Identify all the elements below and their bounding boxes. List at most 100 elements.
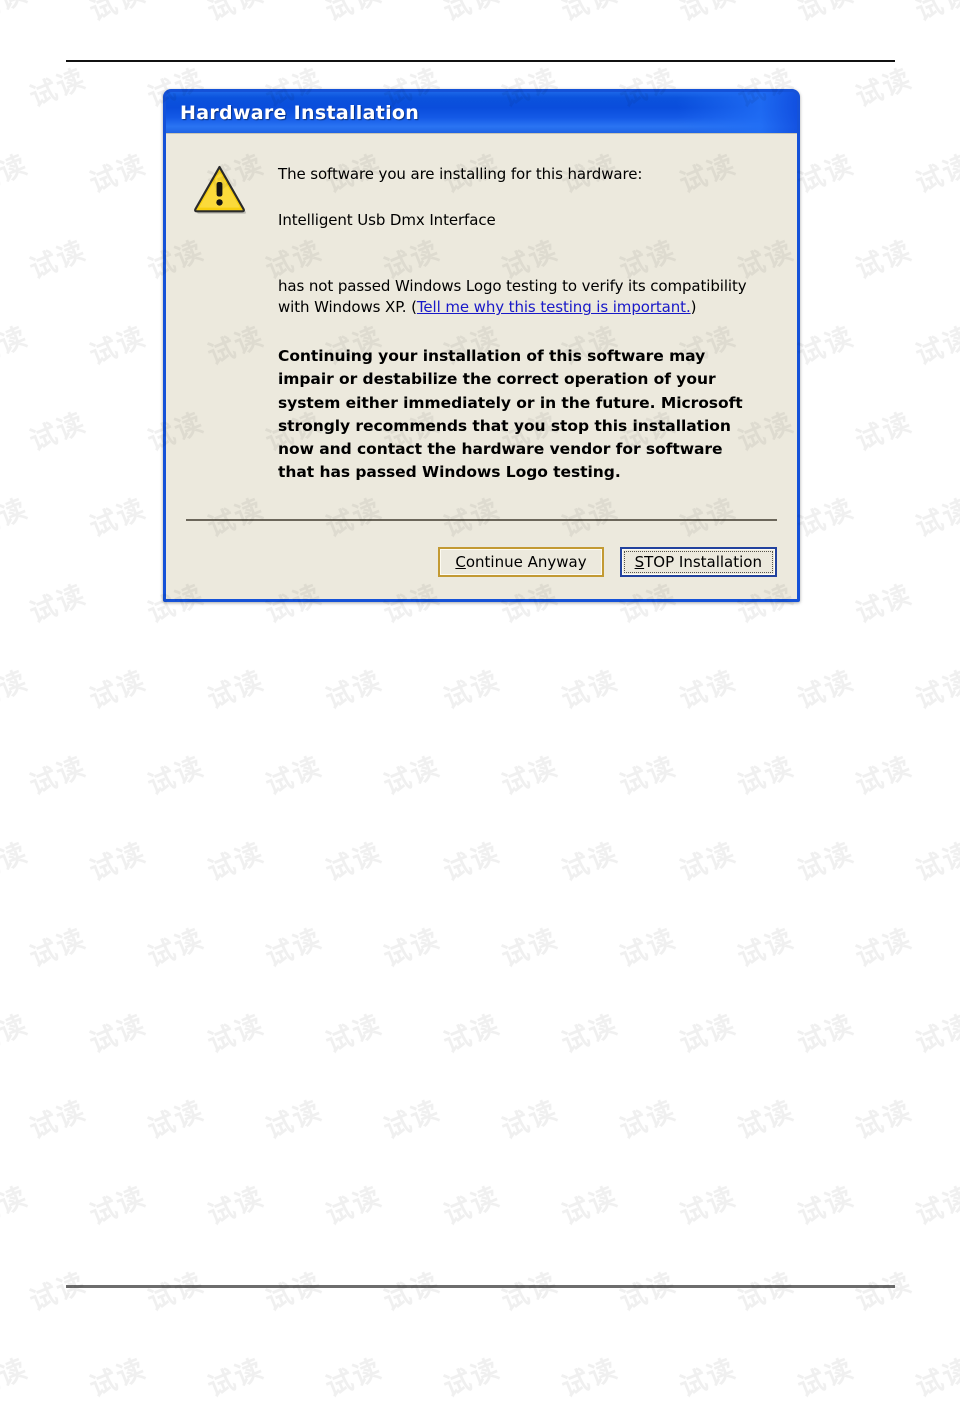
watermark-text: 试读	[439, 1181, 505, 1232]
stop-installation-label: STOP Installation	[635, 553, 762, 571]
message-intro: The software you are installing for this…	[278, 165, 643, 183]
watermark-text: 试读	[557, 1181, 623, 1232]
watermark-text: 试读	[733, 1267, 799, 1318]
watermark-text: 试读	[793, 1181, 859, 1232]
watermark-text: 试读	[0, 1009, 33, 1060]
stop-accelerator: S	[634, 553, 645, 571]
watermark-text: 试读	[557, 0, 623, 28]
watermark-text: 试读	[911, 837, 960, 888]
watermark-text: 试读	[85, 1009, 151, 1060]
dialog-content: The software you are installing for this…	[166, 134, 797, 485]
watermark-text: 试读	[497, 1267, 563, 1318]
watermark-text: 试读	[85, 1181, 151, 1232]
watermark-text: 试读	[851, 63, 917, 114]
watermark-text: 试读	[25, 235, 91, 286]
watermark-text: 试读	[261, 1095, 327, 1146]
continue-accelerator: C	[455, 553, 466, 571]
watermark-text: 试读	[25, 579, 91, 630]
watermark-text: 试读	[0, 149, 33, 200]
watermark-text: 试读	[793, 0, 859, 28]
watermark-text: 试读	[911, 1009, 960, 1060]
continue-anyway-button[interactable]: Continue Anyway	[438, 547, 604, 577]
compat-text-after-link: )	[690, 298, 697, 317]
watermark-text: 试读	[439, 837, 505, 888]
watermark-text: 试读	[379, 751, 445, 802]
warning-paragraph: Continuing your installation of this sof…	[278, 347, 743, 482]
watermark-text: 试读	[261, 923, 327, 974]
watermark-text: 试读	[851, 407, 917, 458]
watermark-text: 试读	[321, 1009, 387, 1060]
watermark-text: 试读	[379, 923, 445, 974]
dialog-titlebar[interactable]: Hardware Installation	[166, 92, 797, 133]
watermark-text: 试读	[851, 579, 917, 630]
watermark-text: 试读	[733, 751, 799, 802]
stop-rest: TOP Installation	[644, 553, 762, 571]
tell-me-why-link[interactable]: Tell me why this testing is important.	[417, 298, 691, 316]
watermark-text: 试读	[557, 1009, 623, 1060]
dialog-message-column: The software you are installing for this…	[278, 162, 775, 485]
watermark-text: 试读	[321, 1181, 387, 1232]
watermark-text: 试读	[557, 837, 623, 888]
watermark-text: 试读	[675, 0, 741, 28]
watermark-text: 试读	[497, 1095, 563, 1146]
watermark-text: 试读	[851, 1095, 917, 1146]
watermark-text: 试读	[439, 1009, 505, 1060]
watermark-text: 试读	[203, 1353, 269, 1404]
watermark-text: 试读	[25, 1267, 91, 1318]
continue-anyway-label: Continue Anyway	[455, 553, 586, 571]
page-rule-top	[66, 60, 895, 62]
watermark-text: 试读	[793, 493, 859, 544]
watermark-text: 试读	[911, 493, 960, 544]
dialog-button-row: Continue Anyway STOP Installation	[438, 547, 777, 577]
continue-rest: ontinue Anyway	[465, 553, 587, 571]
watermark-text: 试读	[321, 0, 387, 28]
watermark-text: 试读	[497, 923, 563, 974]
watermark-text: 试读	[615, 1267, 681, 1318]
compatibility-paragraph: has not passed Windows Logo testing to v…	[278, 276, 748, 320]
watermark-text: 试读	[557, 665, 623, 716]
watermark-text: 试读	[379, 1267, 445, 1318]
watermark-text: 试读	[733, 1095, 799, 1146]
watermark-text: 试读	[675, 1181, 741, 1232]
watermark-text: 试读	[25, 923, 91, 974]
watermark-text: 试读	[143, 1095, 209, 1146]
watermark-text: 试读	[85, 149, 151, 200]
watermark-text: 试读	[143, 751, 209, 802]
watermark-text: 试读	[557, 1353, 623, 1404]
watermark-text: 试读	[0, 837, 33, 888]
watermark-text: 试读	[851, 235, 917, 286]
dialog-body: The software you are installing for this…	[166, 133, 797, 599]
watermark-text: 试读	[911, 1181, 960, 1232]
watermark-text: 试读	[261, 751, 327, 802]
footer-separator	[186, 519, 777, 521]
watermark-text: 试读	[0, 1181, 33, 1232]
watermark-text: 试读	[439, 665, 505, 716]
watermark-text: 试读	[911, 0, 960, 28]
watermark-text: 试读	[793, 321, 859, 372]
watermark-text: 试读	[85, 321, 151, 372]
watermark-text: 试读	[851, 1267, 917, 1318]
watermark-text: 试读	[793, 837, 859, 888]
watermark-text: 试读	[675, 1353, 741, 1404]
watermark-text: 试读	[0, 1353, 33, 1404]
stop-installation-button[interactable]: STOP Installation	[619, 547, 777, 577]
watermark-text: 试读	[85, 0, 151, 28]
page-rule-bottom	[66, 1285, 895, 1288]
watermark-text: 试读	[911, 1353, 960, 1404]
watermark-text: 试读	[733, 923, 799, 974]
watermark-text: 试读	[85, 1353, 151, 1404]
watermark-text: 试读	[85, 493, 151, 544]
watermark-text: 试读	[0, 0, 33, 28]
watermark-text: 试读	[911, 149, 960, 200]
watermark-text: 试读	[321, 665, 387, 716]
watermark-text: 试读	[793, 1353, 859, 1404]
watermark-text: 试读	[851, 923, 917, 974]
watermark-text: 试读	[675, 665, 741, 716]
watermark-text: 试读	[143, 1267, 209, 1318]
watermark-text: 试读	[321, 1353, 387, 1404]
watermark-text: 试读	[793, 1009, 859, 1060]
warning-triangle-icon	[192, 164, 248, 485]
watermark-text: 试读	[25, 63, 91, 114]
watermark-text: 试读	[793, 665, 859, 716]
watermark-text: 试读	[675, 837, 741, 888]
